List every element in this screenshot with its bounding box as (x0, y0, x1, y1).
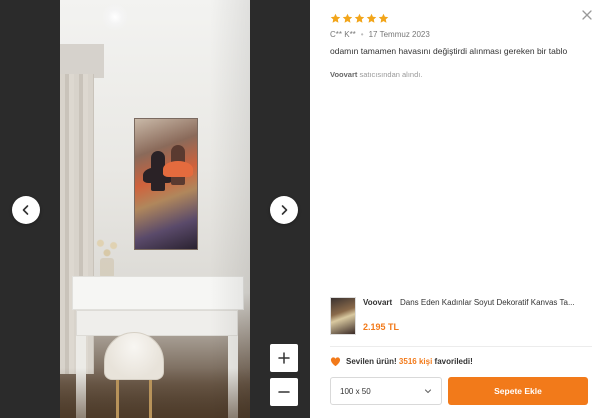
seller-name[interactable]: Voovart (330, 70, 357, 79)
chevron-down-icon (424, 389, 432, 394)
star-icon (342, 13, 353, 23)
product-name[interactable]: Dans Eden Kadınlar Soyut Dekoratif Kanva… (400, 298, 592, 307)
star-icon (354, 13, 365, 23)
add-to-cart-button[interactable]: Sepete Ekle (448, 377, 588, 405)
favorites-count: 3516 kişi (398, 357, 433, 366)
chevron-right-icon (281, 205, 288, 215)
zoom-out-button[interactable] (270, 378, 298, 406)
painting-in-photo (134, 118, 198, 250)
separator-dot: • (360, 30, 364, 39)
review-date: 17 Temmuz 2023 (368, 30, 430, 39)
plus-icon (278, 352, 290, 364)
zoom-in-button[interactable] (270, 344, 298, 372)
product-card[interactable]: Voovart Dans Eden Kadınlar Soyut Dekorat… (330, 297, 592, 341)
star-icon (330, 13, 341, 23)
review-panel: C** K** • 17 Temmuz 2023 odamın tamamen … (310, 0, 600, 418)
size-select-value: 100 x 50 (340, 386, 371, 396)
minus-icon (278, 391, 290, 393)
photo-viewer (0, 0, 310, 418)
review-meta: C** K** • 17 Temmuz 2023 (330, 30, 430, 39)
star-rating (330, 13, 389, 24)
review-photo (60, 0, 250, 418)
next-photo-button[interactable] (270, 196, 298, 224)
product-thumbnail[interactable] (330, 297, 356, 335)
divider (330, 346, 592, 347)
size-select[interactable]: 100 x 50 (330, 377, 442, 405)
product-brand[interactable]: Voovart (363, 298, 392, 307)
star-icon (378, 13, 389, 23)
seller-note: Voovart satıcısından alındı. (330, 70, 422, 79)
close-icon[interactable] (580, 8, 594, 22)
review-author: C** K** (330, 30, 356, 39)
favorites-suffix: favoriledi! (434, 357, 473, 366)
star-icon (366, 13, 377, 23)
seller-suffix: satıcısından alındı. (359, 70, 423, 79)
product-price: 2.195 TL (363, 322, 400, 332)
previous-photo-button[interactable] (12, 196, 40, 224)
heart-icon (330, 357, 341, 367)
review-comment: odamın tamamen havasını değiştirdi alınm… (330, 46, 568, 56)
chevron-left-icon (22, 205, 29, 215)
review-lightbox: C** K** • 17 Temmuz 2023 odamın tamamen … (0, 0, 600, 418)
favorites-info: Sevilen ürün! 3516 kişi favoriledi! (330, 356, 473, 367)
favorites-prefix: Sevilen ürün! (346, 357, 397, 366)
